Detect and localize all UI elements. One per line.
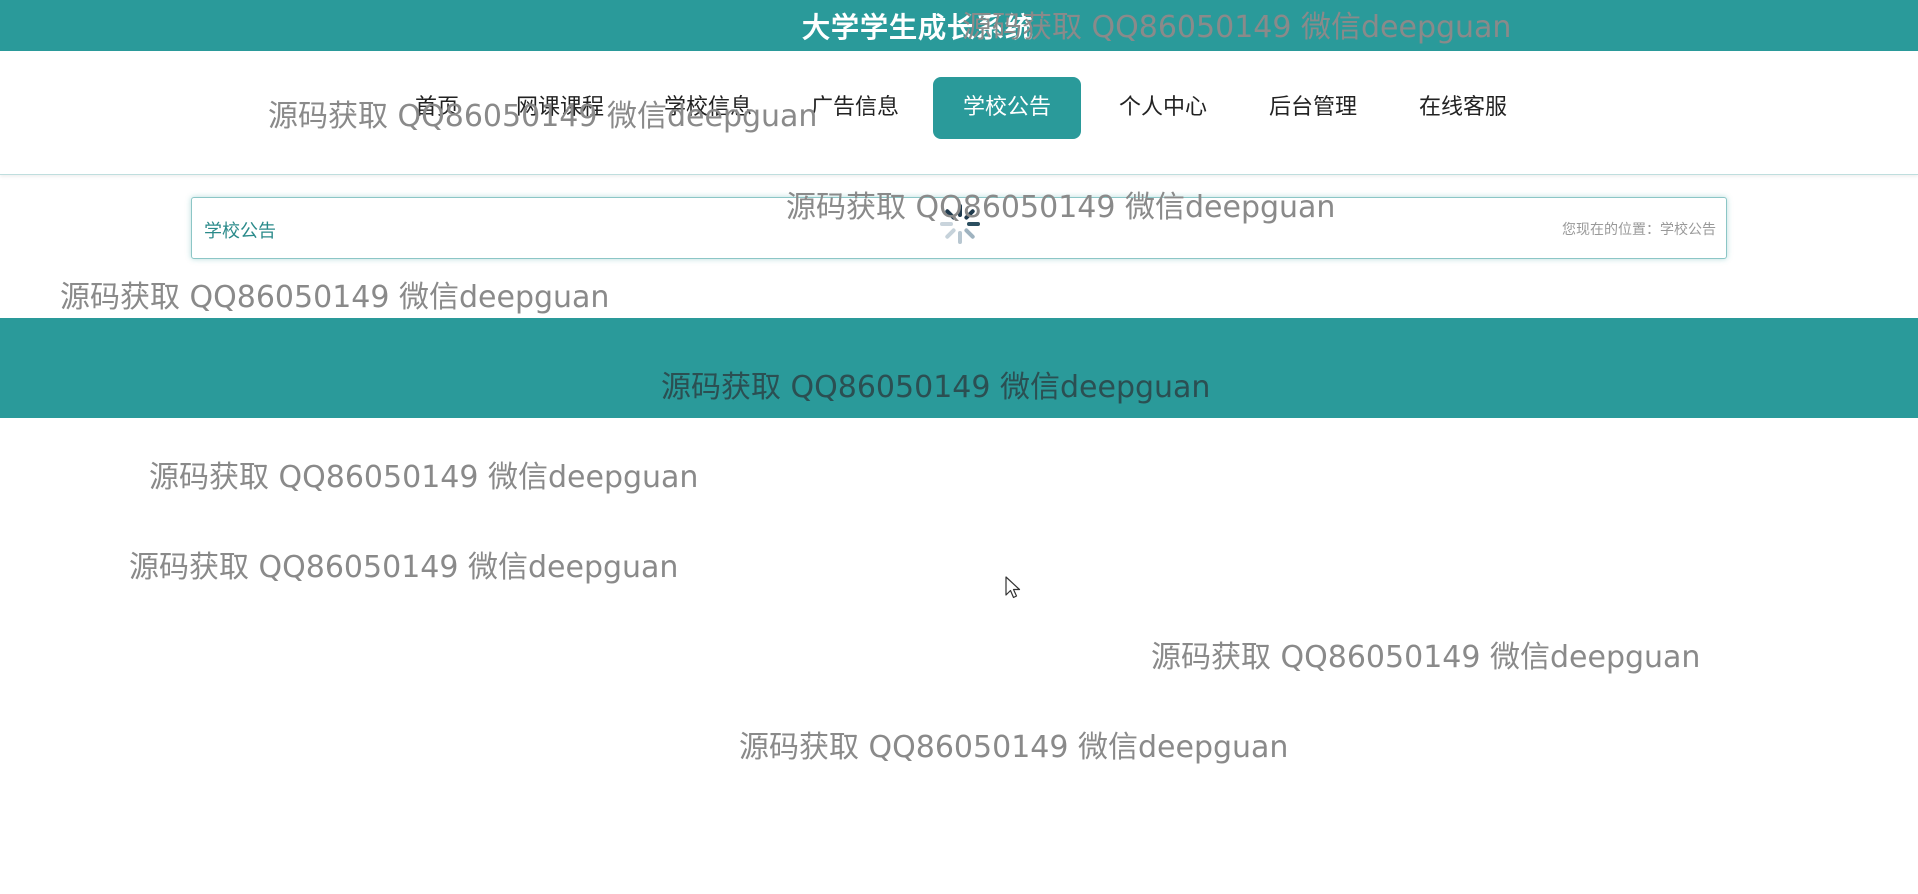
nav-item-admin[interactable]: 后台管理: [1266, 77, 1360, 139]
site-title: 大学学生成长系统: [802, 11, 1035, 44]
page-title: 学校公告: [204, 221, 276, 242]
nav-item-ad-info[interactable]: 广告信息: [808, 77, 902, 139]
mouse-pointer-icon: [1005, 576, 1021, 599]
nav-item-online-courses[interactable]: 网课课程: [513, 77, 607, 139]
content-banner: [0, 318, 1918, 418]
breadcrumb-current[interactable]: 学校公告: [1660, 222, 1716, 238]
nav-item-school-info[interactable]: 学校信息: [661, 77, 755, 139]
watermark-text: 源码获取 QQ86050149 微信deepguan: [739, 730, 1289, 765]
breadcrumb-label: 您现在的位置：: [1562, 222, 1660, 238]
watermark-text: 源码获取 QQ86050149 微信deepguan: [149, 460, 699, 495]
nav-item-school-notice[interactable]: 学校公告: [933, 77, 1081, 139]
top-header-bar: 大学学生成长系统: [0, 0, 1918, 51]
watermark-text: 源码获取 QQ86050149 微信deepguan: [1151, 640, 1701, 675]
watermark-text: 源码获取 QQ86050149 微信deepguan: [129, 550, 679, 585]
breadcrumb: 您现在的位置：学校公告: [1562, 219, 1716, 239]
nav-item-home[interactable]: 首页: [410, 77, 464, 139]
nav-item-personal-center[interactable]: 个人中心: [1116, 77, 1210, 139]
loading-spinner-icon: [940, 204, 980, 244]
watermark-text: 源码获取 QQ86050149 微信deepguan: [60, 280, 610, 315]
nav-item-online-service[interactable]: 在线客服: [1416, 77, 1510, 139]
